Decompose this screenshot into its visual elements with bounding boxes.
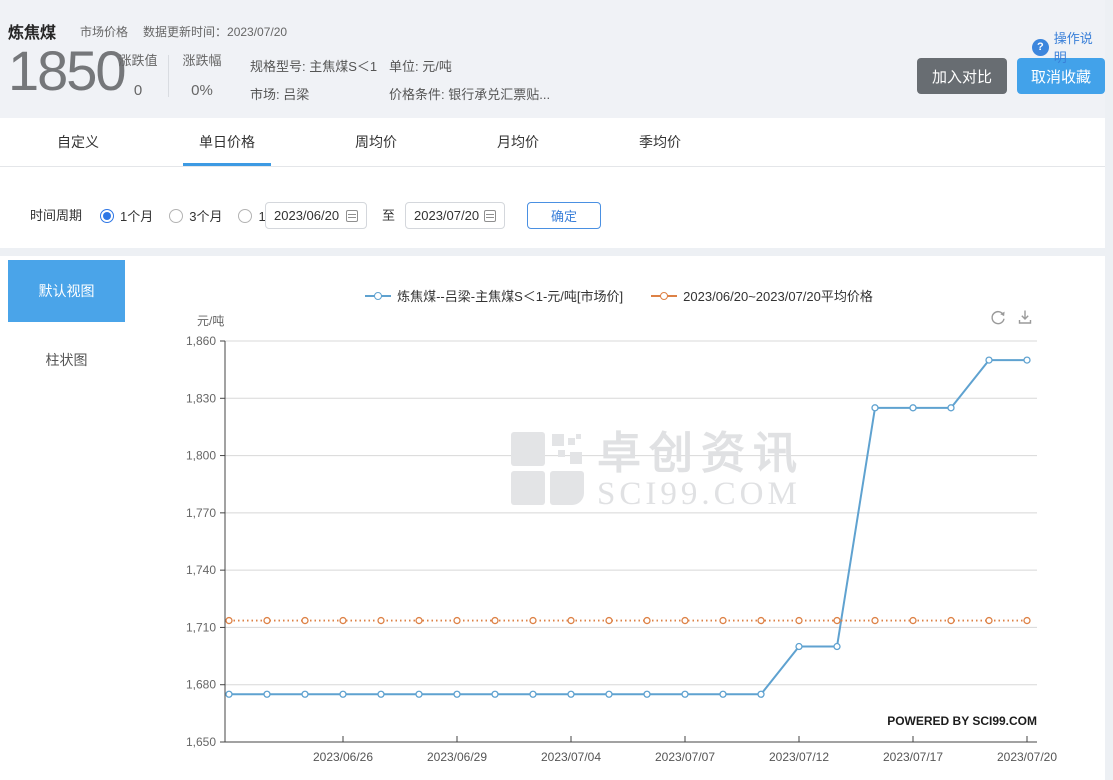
svg-text:2023/07/07: 2023/07/07 bbox=[655, 750, 715, 764]
legend-item-average-price[interactable]: 2023/06/20~2023/07/20平均价格 bbox=[651, 286, 873, 305]
price-condition: 价格条件: 银行承兑汇票贴... bbox=[389, 87, 551, 102]
time-period-label: 时间周期 bbox=[30, 208, 83, 223]
update-time: 数据更新时间：2023/07/20 bbox=[143, 25, 288, 39]
tabs-panel: 自定义 单日价格 周均价 月均价 季均价 时间周期 1个月 3个月 1年 202… bbox=[0, 118, 1105, 248]
date-from-input[interactable]: 2023/06/20 bbox=[265, 202, 367, 229]
unit-column: 单位: 元/吨 价格条件: 银行承兑汇票贴... bbox=[389, 53, 550, 109]
svg-text:2023/07/04: 2023/07/04 bbox=[541, 750, 601, 764]
radio-icon bbox=[238, 208, 253, 223]
change-pct-value: 0% bbox=[191, 82, 213, 99]
tab-daily-price[interactable]: 单日价格 bbox=[183, 118, 271, 166]
date-range-to-label: 至 bbox=[382, 208, 396, 223]
change-value-block: 涨跌值 0 bbox=[114, 50, 162, 99]
content-panel: 默认视图 柱状图 炼焦煤--吕梁-主焦煤S＜1-元/吨[市场价] 2023/06… bbox=[0, 256, 1105, 780]
spec-model: 规格型号: 主焦煤S＜1 bbox=[250, 59, 378, 74]
change-pct-label: 涨跌幅 bbox=[182, 53, 222, 68]
confirm-button[interactable]: 确定 bbox=[527, 202, 601, 229]
svg-text:2023/06/26: 2023/06/26 bbox=[313, 750, 373, 764]
svg-text:2023/07/20: 2023/07/20 bbox=[997, 750, 1057, 764]
tab-quarterly-avg[interactable]: 季均价 bbox=[639, 118, 681, 166]
svg-text:1,770: 1,770 bbox=[186, 506, 216, 520]
svg-text:1,860: 1,860 bbox=[186, 334, 216, 348]
price-unit: 单位: 元/吨 bbox=[389, 59, 452, 74]
help-icon: ? bbox=[1032, 38, 1049, 56]
svg-text:1,650: 1,650 bbox=[186, 735, 216, 749]
svg-text:1,830: 1,830 bbox=[186, 391, 216, 405]
svg-text:1,800: 1,800 bbox=[186, 449, 216, 463]
chart-legend: 炼焦煤--吕梁-主焦煤S＜1-元/吨[市场价] 2023/06/20~2023/… bbox=[133, 286, 1105, 305]
change-value-label: 涨跌值 bbox=[118, 53, 158, 68]
svg-text:2023/07/17: 2023/07/17 bbox=[883, 750, 943, 764]
radio-1-month[interactable]: 1个月 bbox=[100, 206, 153, 225]
calendar-icon bbox=[484, 209, 496, 222]
chart-area: 炼焦煤--吕梁-主焦煤S＜1-元/吨[市场价] 2023/06/20~2023/… bbox=[133, 256, 1105, 780]
svg-text:2023/07/12: 2023/07/12 bbox=[769, 750, 829, 764]
legend-line-marker bbox=[651, 291, 678, 300]
powered-by-label: POWERED BY SCI99.COM bbox=[887, 714, 1037, 728]
help-link[interactable]: ? 操作说明 bbox=[1032, 28, 1105, 66]
calendar-icon bbox=[346, 209, 358, 222]
svg-text:1,680: 1,680 bbox=[186, 678, 216, 692]
sidebar-item-default-view[interactable]: 默认视图 bbox=[8, 260, 125, 322]
price-chart-svg: 1,650 1,680 1,710 1,740 1,770 1,800 1,830 1,860… bbox=[186, 334, 1057, 764]
tab-custom[interactable]: 自定义 bbox=[57, 118, 99, 166]
add-compare-button[interactable]: 加入对比 bbox=[917, 58, 1007, 94]
divider bbox=[168, 55, 169, 97]
period-radio-group: 1个月 3个月 1年 bbox=[100, 202, 279, 229]
svg-text:1,710: 1,710 bbox=[186, 620, 216, 634]
header: 炼焦煤 市场价格 数据更新时间：2023/07/20 1850 涨跌值 0 涨跌… bbox=[0, 0, 1105, 118]
tab-bar: 自定义 单日价格 周均价 月均价 季均价 bbox=[0, 118, 1105, 167]
change-value: 0 bbox=[133, 82, 143, 99]
date-to-input[interactable]: 2023/07/20 bbox=[405, 202, 505, 229]
price-type-label: 市场价格 bbox=[80, 25, 129, 39]
help-label: 操作说明 bbox=[1053, 31, 1093, 65]
svg-text:1,740: 1,740 bbox=[186, 563, 216, 577]
spec-column: 规格型号: 主焦煤S＜1 市场: 吕梁 bbox=[250, 53, 377, 109]
market-name: 市场: 吕梁 bbox=[250, 87, 310, 102]
tab-weekly-avg[interactable]: 周均价 bbox=[355, 118, 397, 166]
sidebar-item-bar-chart[interactable]: 柱状图 bbox=[8, 344, 125, 376]
legend-item-market-price[interactable]: 炼焦煤--吕梁-主焦煤S＜1-元/吨[市场价] bbox=[365, 286, 623, 305]
svg-text:2023/06/29: 2023/06/29 bbox=[427, 750, 487, 764]
current-price: 1850 bbox=[8, 39, 127, 102]
radio-selected-icon bbox=[100, 208, 114, 223]
change-pct-block: 涨跌幅 0% bbox=[178, 50, 226, 99]
radio-3-month[interactable]: 3个月 bbox=[169, 206, 222, 225]
legend-line-marker bbox=[365, 291, 392, 300]
radio-icon bbox=[169, 208, 184, 223]
tab-monthly-avg[interactable]: 月均价 bbox=[497, 118, 539, 166]
